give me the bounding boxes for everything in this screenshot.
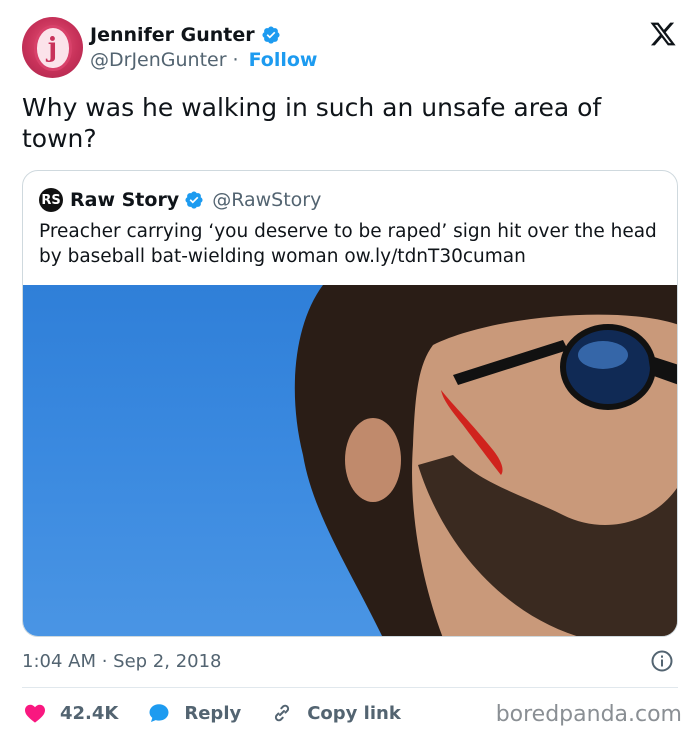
verified-badge-icon	[185, 191, 203, 209]
handle-separator: ·	[232, 49, 239, 71]
raw-story-logo-icon: RS	[39, 188, 63, 212]
verified-badge-icon	[262, 26, 280, 44]
info-icon[interactable]	[650, 649, 674, 673]
author-handle-row: @DrJenGunter · Follow	[90, 48, 318, 72]
boredpanda-watermark: boredpanda.com	[495, 702, 682, 727]
copy-link-label: Copy link	[307, 702, 401, 724]
reply-bubble-icon	[149, 704, 169, 722]
author-handle[interactable]: @DrJenGunter	[90, 49, 227, 71]
tweet-actions: 42.4K Reply Copy link	[22, 698, 429, 728]
quoted-tweet-header: RS Raw Story @RawStory	[39, 187, 321, 213]
quoted-author-name: Raw Story	[70, 189, 180, 211]
author-avatar[interactable]: j	[22, 17, 83, 78]
man-with-sunglasses-photo	[294, 285, 677, 636]
tweet-text: Why was he walking in such an unsafe are…	[22, 93, 602, 153]
reply-label: Reply	[184, 702, 242, 724]
follow-button[interactable]: Follow	[249, 49, 318, 71]
copy-link-button[interactable]: Copy link	[269, 701, 401, 725]
link-icon	[275, 704, 290, 722]
x-logo-icon[interactable]	[649, 20, 677, 48]
heart-icon	[25, 704, 45, 723]
tweet-timestamp[interactable]: 1:04 AM · Sep 2, 2018	[22, 648, 222, 674]
quoted-tweet[interactable]: RS Raw Story @RawStory Preacher carrying…	[22, 170, 678, 637]
like-button[interactable]: 42.4K	[22, 701, 118, 725]
avatar-letter: j	[33, 24, 72, 71]
like-count: 42.4K	[60, 702, 119, 724]
author-name-row: Jennifer Gunter	[90, 22, 281, 48]
divider	[22, 687, 678, 688]
quoted-tweet-text: Preacher carrying ‘you deserve to be rap…	[39, 221, 657, 267]
author-display-name[interactable]: Jennifer Gunter	[90, 24, 255, 46]
reply-button[interactable]: Reply	[146, 701, 241, 725]
quoted-tweet-photo[interactable]	[23, 285, 677, 636]
quoted-author-handle: @RawStory	[212, 189, 322, 211]
